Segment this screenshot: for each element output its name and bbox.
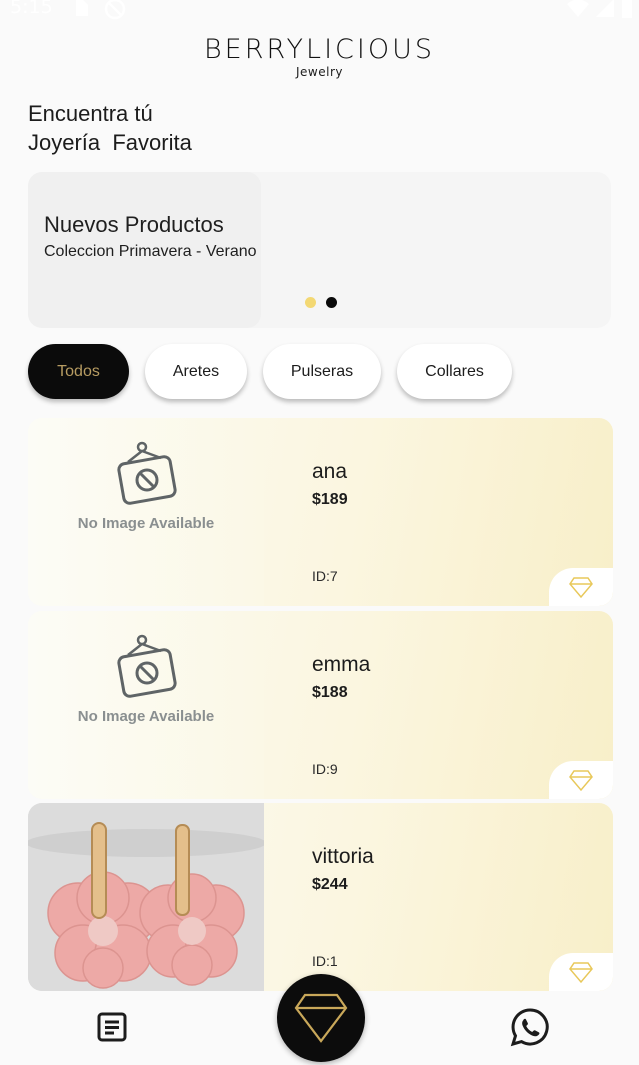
headline-line-2: Joyería Favorita [28, 130, 192, 155]
sim-card-icon [72, 0, 90, 23]
headline-line-1: Encuentra tú [28, 101, 153, 126]
product-diamond-button[interactable] [549, 568, 613, 606]
product-card[interactable]: No Image Available ana $189 ID:7 [28, 418, 613, 606]
signal-icon [596, 0, 614, 17]
chip-todos[interactable]: Todos [28, 344, 129, 399]
product-price: $188 [312, 684, 348, 701]
blocked-icon [104, 0, 126, 25]
product-name: emma [312, 653, 371, 676]
status-time: 5:15 [10, 0, 53, 18]
banner-subtitle: Coleccion Primavera - Verano [44, 243, 257, 260]
promo-banner-carousel[interactable]: Nuevos Productos Coleccion Primavera - V… [28, 172, 611, 328]
product-card[interactable]: No Image Available emma $188 ID:9 [28, 611, 613, 799]
page-headline: Encuentra tú Joyería Favorita [28, 99, 192, 157]
banner-title: Nuevos Productos [44, 212, 224, 237]
product-id: ID:7 [312, 568, 338, 584]
status-indicators [567, 0, 633, 18]
chip-pulseras[interactable]: Pulseras [263, 344, 381, 399]
status-bar: 5:15 [0, 0, 639, 22]
carousel-indicator [305, 297, 337, 308]
category-filter: Todos Aretes Pulseras Collares [28, 344, 512, 399]
chip-aretes[interactable]: Aretes [145, 344, 247, 399]
product-image-placeholder: No Image Available [28, 418, 264, 606]
no-image-icon [117, 634, 177, 698]
brand-subtitle: Jewelry [296, 65, 343, 79]
nav-list-button[interactable] [96, 1011, 128, 1048]
whatsapp-icon [510, 1008, 549, 1047]
product-price: $244 [312, 876, 348, 893]
diamond-icon [294, 993, 348, 1043]
product-diamond-button[interactable] [549, 761, 613, 799]
brand-name: BERRYLICIOUS [204, 34, 435, 65]
product-name: ana [312, 460, 348, 483]
no-image-icon [117, 441, 177, 505]
nav-whatsapp-button[interactable] [510, 1007, 550, 1052]
diamond-icon [569, 770, 593, 792]
brand-logo: BERRYLICIOUS Jewelry [0, 34, 639, 79]
no-image-label: No Image Available [77, 515, 215, 532]
list-document-icon [97, 1012, 127, 1042]
product-diamond-button[interactable] [549, 953, 613, 991]
product-card[interactable]: vittoria $244 ID:1 [28, 803, 613, 991]
product-photo [28, 803, 266, 991]
product-id: ID:1 [312, 953, 338, 969]
battery-icon [622, 0, 632, 18]
product-id: ID:9 [312, 761, 338, 777]
product-price: $189 [312, 491, 348, 508]
product-image-placeholder: No Image Available [28, 611, 264, 799]
no-image-label: No Image Available [77, 708, 215, 725]
carousel-dot-active[interactable] [305, 297, 316, 308]
pink-flower-earrings-photo [28, 803, 266, 991]
diamond-icon [569, 577, 593, 599]
product-name: vittoria [312, 845, 374, 868]
diamond-icon [569, 962, 593, 984]
carousel-dot[interactable] [326, 297, 337, 308]
home-diamond-fab[interactable] [277, 974, 365, 1062]
chip-collares[interactable]: Collares [397, 344, 512, 399]
wifi-icon [567, 0, 589, 17]
